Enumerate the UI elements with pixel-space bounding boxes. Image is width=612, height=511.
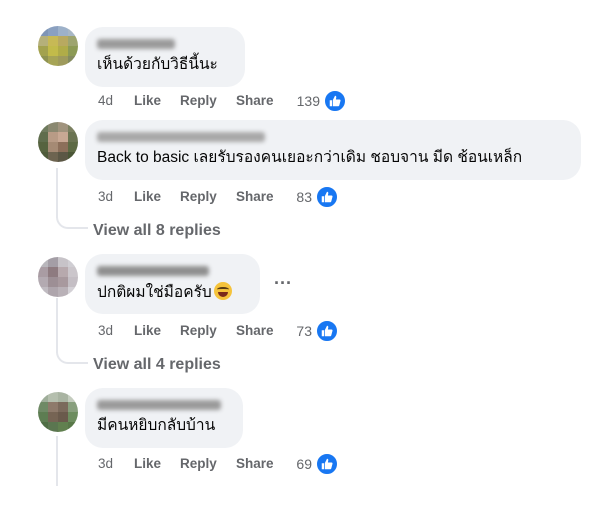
reply-button[interactable]: Reply [180, 91, 217, 111]
comment-text-content: ปกติผมใช่มือครับ [97, 284, 212, 301]
thumbs-up-icon [324, 90, 346, 112]
timestamp[interactable]: 3d [98, 321, 113, 341]
reaction-count[interactable]: 139 [280, 90, 346, 112]
reply-button[interactable]: Reply [180, 321, 217, 341]
like-count: 83 [296, 189, 312, 205]
comment-actions: 3d Like Reply Share [98, 187, 298, 207]
avatar[interactable] [38, 392, 78, 432]
author-name[interactable] [97, 132, 265, 142]
comment-bubble: มีคนหยิบกลับบ้าน [85, 388, 243, 448]
comment-bubble: เห็นด้วยกับวิธีนี้นะ [85, 27, 245, 87]
like-count: 73 [296, 323, 312, 339]
comment-text: มีคนหยิบกลับบ้าน [97, 417, 216, 434]
reply-button[interactable]: Reply [180, 454, 217, 474]
like-button[interactable]: Like [134, 454, 161, 474]
thread-curve [56, 340, 88, 364]
thread-line [56, 436, 58, 486]
view-replies-link[interactable]: View all 8 replies [93, 221, 221, 241]
comment-bubble: ปกติผมใช่มือครับ [85, 254, 260, 314]
comment-bubble: Back to basic เลยรับรองคนเยอะกว่าเดิม ชอ… [85, 120, 581, 180]
like-button[interactable]: Like [134, 321, 161, 341]
comment-text: เห็นด้วยกับวิธีนี้นะ [97, 56, 218, 73]
like-button[interactable]: Like [134, 187, 161, 207]
thumbs-up-icon [316, 453, 338, 475]
author-name[interactable] [97, 266, 209, 276]
like-count: 69 [296, 456, 312, 472]
comment-actions: 3d Like Reply Share [98, 321, 298, 341]
timestamp[interactable]: 3d [98, 454, 113, 474]
author-name[interactable] [97, 39, 175, 49]
share-button[interactable]: Share [236, 454, 274, 474]
more-options-icon[interactable]: ··· [271, 273, 295, 297]
reaction-count[interactable]: 83 [280, 186, 338, 208]
view-replies-link[interactable]: View all 4 replies [93, 355, 221, 375]
share-button[interactable]: Share [236, 321, 274, 341]
avatar[interactable] [38, 26, 78, 66]
avatar[interactable] [38, 257, 78, 297]
comment-text: ปกติผมใช่มือครับ [97, 282, 248, 303]
like-count: 139 [296, 93, 320, 109]
comment-actions: 3d Like Reply Share [98, 454, 298, 474]
like-button[interactable]: Like [134, 91, 161, 111]
timestamp[interactable]: 4d [98, 91, 113, 111]
reaction-count[interactable]: 69 [280, 453, 338, 475]
comment-actions: 4d Like Reply Share [98, 91, 298, 111]
share-button[interactable]: Share [236, 187, 274, 207]
reaction-count[interactable]: 73 [280, 320, 338, 342]
thread-curve [56, 205, 88, 229]
comment-text: Back to basic เลยรับรองคนเยอะกว่าเดิม ชอ… [97, 149, 523, 166]
timestamp[interactable]: 3d [98, 187, 113, 207]
avatar[interactable] [38, 122, 78, 162]
share-button[interactable]: Share [236, 91, 274, 111]
reply-button[interactable]: Reply [180, 187, 217, 207]
thumbs-up-icon [316, 320, 338, 342]
author-name[interactable] [97, 400, 221, 410]
thumbs-up-icon [316, 186, 338, 208]
laughing-emoji-icon [213, 282, 232, 300]
